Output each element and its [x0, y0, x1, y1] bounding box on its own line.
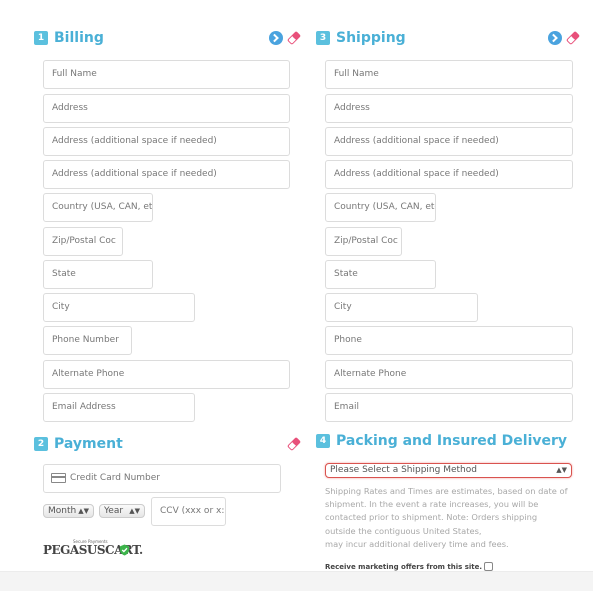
clear-billing-eraser-icon[interactable] [286, 30, 302, 46]
delivery-step-number: 4 [316, 434, 330, 448]
ccv-input[interactable]: CCV (xxx or x: [151, 497, 226, 526]
shipping-info-line: contacted prior to shipment. Note: Order… [325, 512, 538, 523]
marketing-opt-in: Receive marketing offers from this site. [325, 562, 494, 571]
select-arrows-icon: ▲▼ [556, 466, 567, 474]
shipping-alt-phone-input[interactable]: Alternate Phone [325, 360, 573, 389]
shipping-info-text: Shipping Rates and Times are estimates, … [325, 485, 575, 551]
payment-header-icons [286, 436, 302, 452]
expiry-year-label: Year [104, 506, 124, 516]
billing-header: 1 Billing [34, 27, 301, 51]
expiry-month-label: Month [48, 506, 77, 516]
billing-country-input[interactable]: Country (USA, CAN, etc [43, 193, 153, 222]
shipping-info-line: Shipping Rates and Times are estimates, … [325, 486, 568, 496]
expiry-year-select[interactable]: Year ▲▼ [99, 504, 145, 518]
shipping-header: 3 Shipping [316, 27, 581, 51]
delivery-title: Packing and Insured Delivery [336, 433, 568, 449]
shipping-title: Shipping [336, 30, 406, 46]
billing-zip-input[interactable]: Zip/Postal Coc [43, 227, 123, 256]
shipping-email-input[interactable]: Email [325, 393, 573, 422]
billing-title: Billing [54, 30, 104, 46]
shipping-address2-input[interactable]: Address (additional space if needed) [325, 127, 573, 156]
copy-from-billing-arrow-icon[interactable] [548, 31, 562, 45]
payment-title: Payment [54, 436, 123, 452]
shipping-address-input[interactable]: Address [325, 94, 573, 123]
clear-payment-eraser-icon[interactable] [286, 436, 302, 452]
billing-city-input[interactable]: City [43, 293, 195, 322]
shipping-state-input[interactable]: State [325, 260, 436, 289]
marketing-checkbox[interactable] [484, 562, 494, 571]
shipping-info-line: may incur additional delivery time and f… [325, 538, 509, 549]
shipping-method-label: Please Select a Shipping Method [330, 465, 477, 475]
billing-phone-input[interactable]: Phone Number [43, 326, 132, 355]
shipping-header-icons [548, 30, 581, 46]
credit-card-icon [51, 473, 66, 483]
shipping-city-input[interactable]: City [325, 293, 478, 322]
select-arrows-icon: ▲▼ [129, 507, 140, 515]
select-arrows-icon: ▲▼ [78, 507, 89, 515]
payment-header: 2 Payment [34, 433, 301, 457]
shipping-phone-input[interactable]: Phone [325, 326, 573, 355]
copy-to-shipping-arrow-icon[interactable] [269, 31, 283, 45]
payment-step-number: 2 [34, 437, 48, 451]
shipping-step-number: 3 [316, 31, 330, 45]
billing-alt-phone-input[interactable]: Alternate Phone [43, 360, 290, 389]
page-footer-bar [0, 571, 593, 591]
billing-full-name-input[interactable]: Full Name [43, 60, 290, 89]
shipping-country-input[interactable]: Country (USA, CAN, etc [325, 193, 436, 222]
shipping-method-select[interactable]: Please Select a Shipping Method ▲▼ [325, 463, 572, 478]
delivery-header: 4 Packing and Insured Delivery [316, 430, 578, 454]
expiry-month-select[interactable]: Month ▲▼ [43, 504, 94, 518]
shipping-info-line: outside the contiguous United States, [325, 525, 482, 536]
shield-check-icon [119, 544, 130, 556]
shipping-zip-input[interactable]: Zip/Postal Coc [325, 227, 402, 256]
billing-address3-input[interactable]: Address (additional space if needed) [43, 160, 290, 189]
billing-step-number: 1 [34, 31, 48, 45]
card-number-placeholder: Credit Card Number [70, 473, 160, 483]
shipping-full-name-input[interactable]: Full Name [325, 60, 573, 89]
marketing-label: Receive marketing offers from this site. [325, 562, 483, 571]
card-number-input[interactable]: Credit Card Number [43, 464, 281, 493]
billing-email-input[interactable]: Email Address [43, 393, 195, 422]
billing-address2-input[interactable]: Address (additional space if needed) [43, 127, 290, 156]
clear-shipping-eraser-icon[interactable] [565, 30, 581, 46]
shipping-info-line: shipment. In the event a rate increases,… [325, 499, 539, 510]
billing-header-icons [269, 30, 302, 46]
shipping-address3-input[interactable]: Address (additional space if needed) [325, 160, 573, 189]
billing-address-input[interactable]: Address [43, 94, 290, 123]
billing-state-input[interactable]: State [43, 260, 153, 289]
